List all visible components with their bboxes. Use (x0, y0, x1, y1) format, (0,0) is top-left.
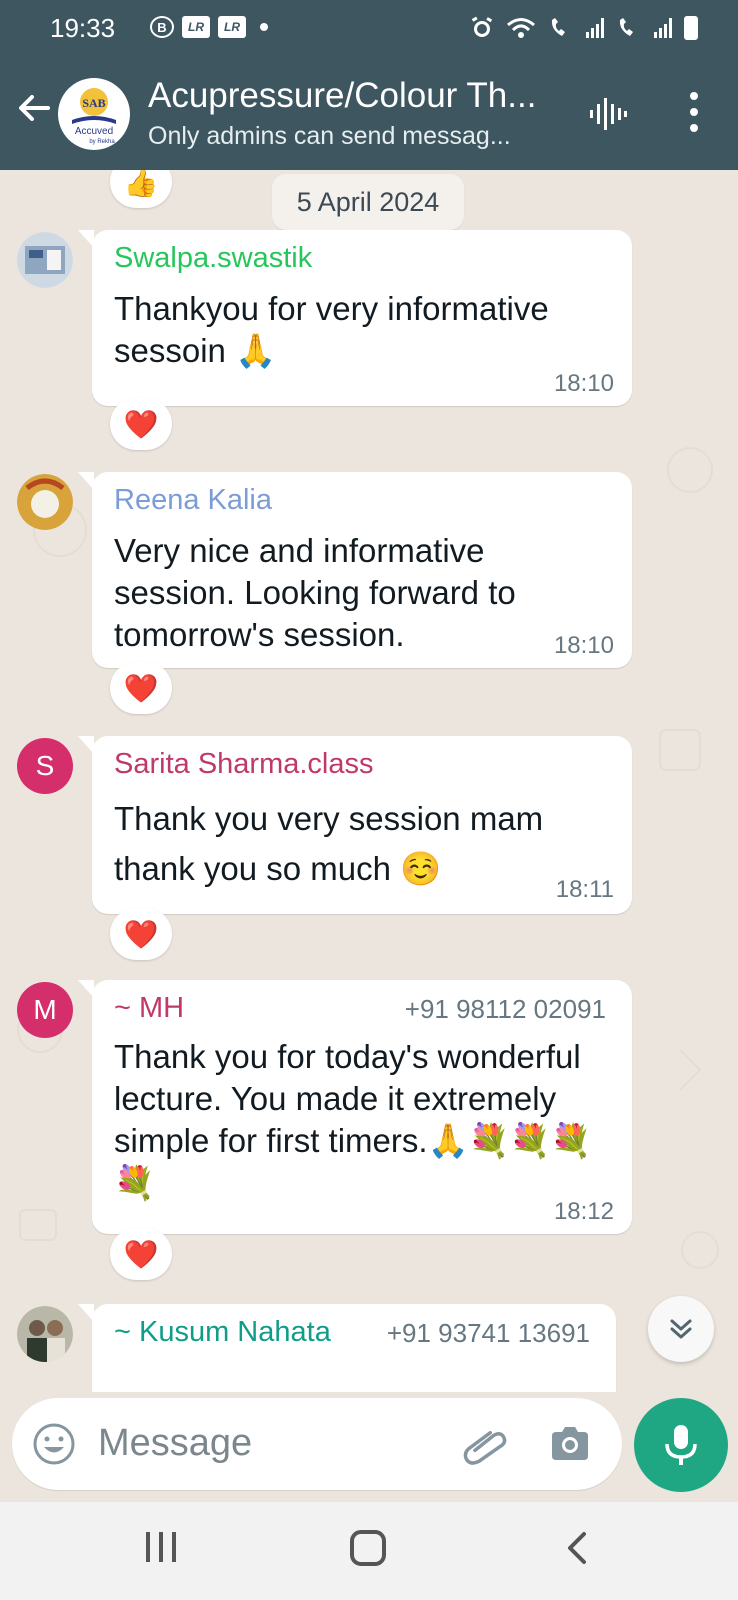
home-button[interactable] (350, 1530, 386, 1566)
message-text: Thank you very session mam thank you so … (114, 800, 544, 887)
scroll-to-bottom-button[interactable] (648, 1296, 714, 1362)
chat-area[interactable]: 👍 5 April 2024 Swalpa.swastik Thankyou f… (0, 170, 738, 1392)
message-bubble[interactable]: ~ MH +91 98112 02091 Thank you for today… (78, 980, 632, 1234)
battery-icon (684, 16, 698, 40)
chat-title[interactable]: Acupressure/Colour Th... (148, 76, 558, 116)
message-bubble[interactable]: Reena Kalia Very nice and informative se… (78, 472, 632, 668)
avatar[interactable] (17, 1306, 73, 1362)
avatar[interactable] (17, 232, 73, 288)
wifi-call-icon-2 (619, 18, 633, 36)
status-bar: 19:33 B LR LR (0, 0, 738, 58)
message-text: Thankyou for very informative sessoin 🙏 (114, 290, 549, 369)
back-arrow-icon[interactable] (14, 88, 54, 128)
more-notifications-dot-icon (260, 23, 268, 31)
message-time: 18:10 (553, 370, 614, 397)
sender-name[interactable]: Reena Kalia (114, 484, 272, 517)
thumbs-up-icon: 👍 (123, 170, 159, 198)
sender-phone[interactable]: +91 93741 13691 (387, 1318, 590, 1349)
avatar-image-swalpa (17, 232, 73, 288)
recent-apps-button[interactable] (146, 1532, 176, 1562)
date-chip: 5 April 2024 (272, 174, 464, 230)
avatar-image-reena (17, 474, 73, 530)
notification-lr-icon: LR (182, 16, 210, 38)
nav-back-icon[interactable] (562, 1528, 592, 1568)
mic-button[interactable] (634, 1398, 728, 1492)
heart-icon: ❤️ (123, 672, 159, 704)
avatar-letter: M (33, 994, 57, 1025)
message-text: Thank you for today's wonderful lecture.… (114, 1038, 592, 1201)
message-bubble[interactable]: ~ Kusum Nahata +91 93741 13691 (78, 1304, 616, 1392)
heart-icon: ❤️ (123, 918, 159, 950)
reaction-heart[interactable]: ❤️ (110, 662, 172, 714)
reaction-heart[interactable]: ❤️ (110, 908, 172, 960)
waveform-icon[interactable] (588, 94, 628, 134)
message-time: 18:11 (555, 876, 614, 903)
more-vert-icon[interactable] (680, 92, 708, 132)
wifi-call-icon (551, 18, 565, 36)
message-time: 18:10 (553, 632, 614, 659)
status-notification-icons: B LR LR (150, 16, 268, 38)
logo-subtext: by Rekha (89, 139, 115, 145)
logo-mark: SAB (82, 96, 105, 110)
heart-icon: ❤️ (123, 1238, 159, 1270)
chat-header: SAB Accuved by Rekha Acupressure/Colour … (0, 62, 738, 170)
group-logo: SAB Accuved by Rekha (59, 79, 129, 149)
message-text: Very nice and informative session. Looki… (114, 532, 516, 653)
attach-icon[interactable] (462, 1422, 508, 1468)
sender-phone[interactable]: +91 98112 02091 (405, 994, 606, 1025)
emoji-icon[interactable] (32, 1422, 76, 1466)
group-avatar[interactable]: SAB Accuved by Rekha (58, 78, 130, 150)
sender-name[interactable]: Sarita Sharma.class (114, 748, 374, 781)
message-bubble[interactable]: Sarita Sharma.class Thank you very sessi… (78, 736, 632, 914)
message-input[interactable]: Message (98, 1422, 252, 1465)
signal-strength-icon-2 (654, 18, 672, 38)
message-input-container[interactable]: Message (12, 1398, 622, 1490)
system-navigation-bar (0, 1502, 738, 1600)
notification-b-icon: B (150, 16, 174, 38)
signal-strength-icon (586, 18, 604, 38)
message-composer: Message (0, 1392, 738, 1502)
sender-name[interactable]: ~ MH (114, 992, 184, 1025)
sender-name[interactable]: ~ Kusum Nahata (114, 1316, 331, 1349)
chevron-double-down-icon (670, 1319, 692, 1339)
reaction-heart[interactable]: ❤️ (110, 398, 172, 450)
sender-name[interactable]: Swalpa.swastik (114, 242, 312, 275)
heart-icon: ❤️ (123, 408, 159, 440)
top-bar: 19:33 B LR LR SAB Accuved by Rekha Acupr… (0, 0, 738, 170)
message-time: 18:12 (553, 1198, 614, 1225)
avatar-image-kusum (17, 1306, 73, 1362)
status-system-icons (470, 16, 698, 40)
reaction-heart[interactable]: ❤️ (110, 1228, 172, 1280)
chat-subtitle[interactable]: Only admins can send messag... (148, 122, 558, 151)
wifi-icon (507, 18, 535, 38)
avatar[interactable]: M (17, 982, 73, 1038)
avatar[interactable]: S (17, 738, 73, 794)
avatar[interactable] (17, 474, 73, 530)
mic-icon (665, 1425, 697, 1465)
notification-lr-icon-2: LR (218, 16, 246, 38)
message-bubble[interactable]: Swalpa.swastik Thankyou for very informa… (78, 230, 632, 406)
alarm-icon (471, 16, 493, 37)
logo-text: Accuved (75, 126, 113, 137)
avatar-letter: S (35, 750, 55, 781)
status-time: 19:33 (50, 13, 116, 43)
camera-icon[interactable] (548, 1422, 592, 1466)
